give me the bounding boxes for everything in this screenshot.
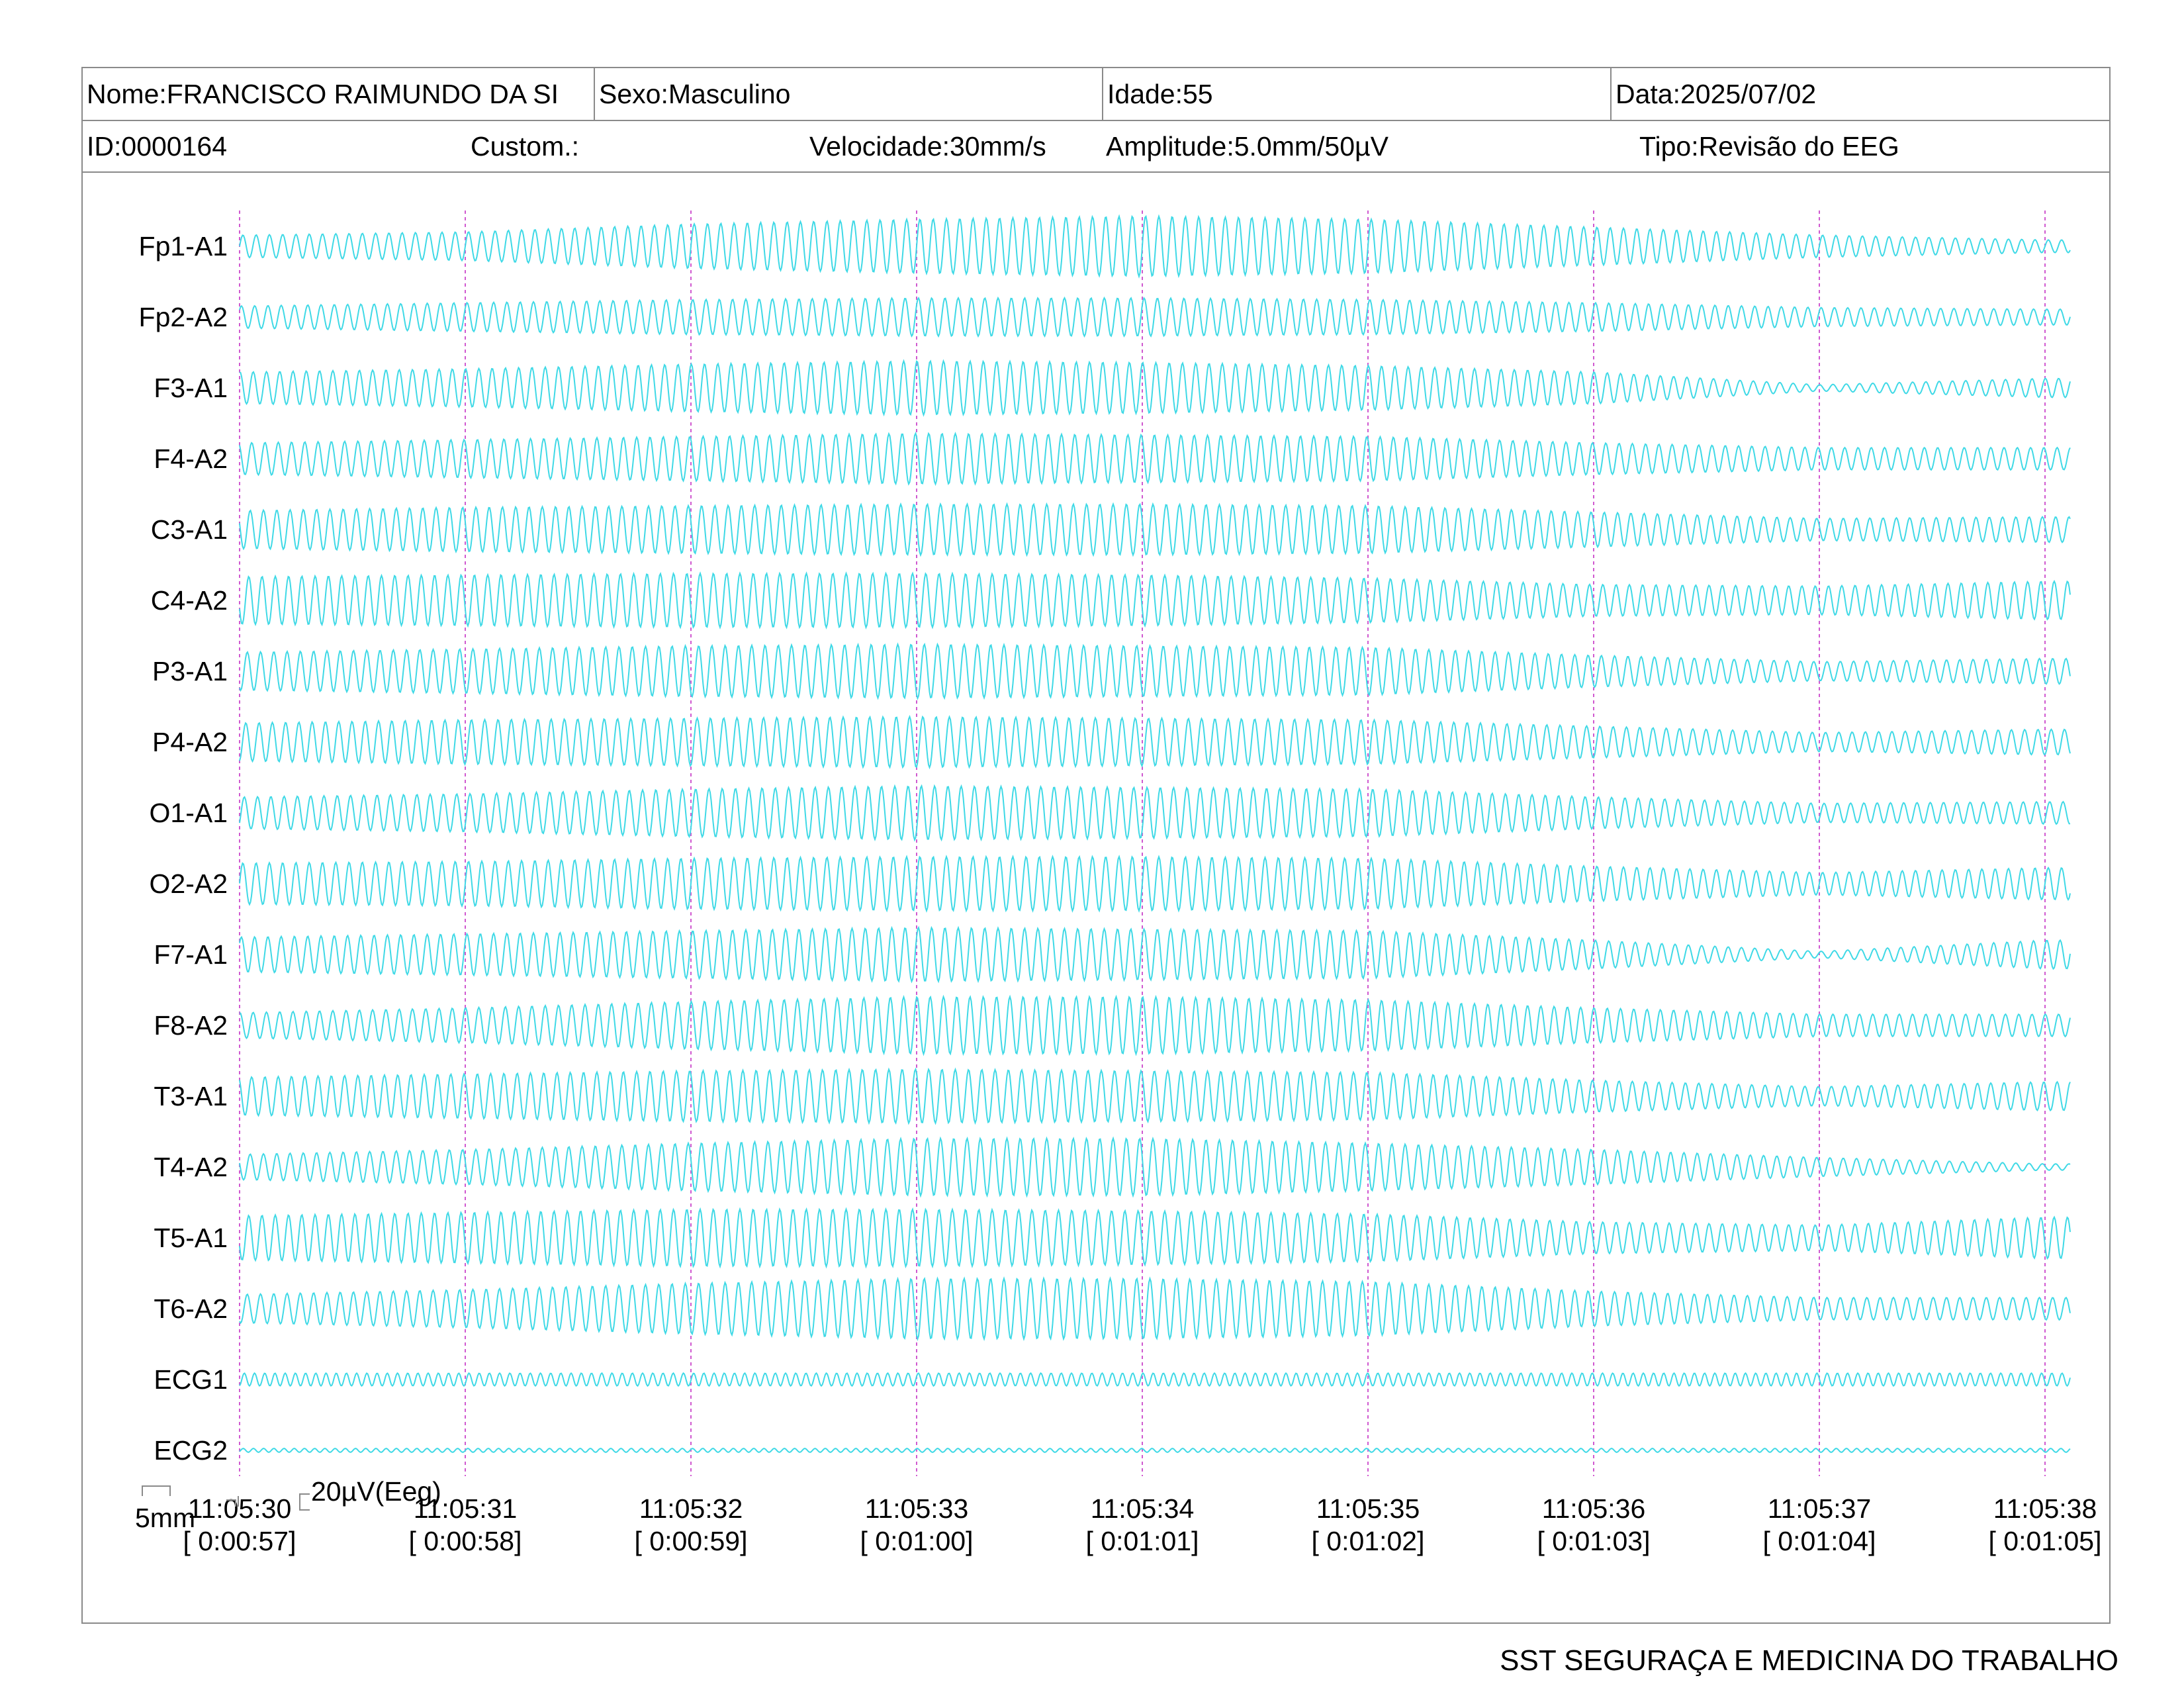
channel-label: F7-A1 xyxy=(154,939,228,970)
channel-label: Fp1-A1 xyxy=(139,231,228,261)
channel-label: P4-A2 xyxy=(152,727,228,757)
time-tick-elapsed: [ 0:00:59] xyxy=(635,1526,748,1556)
channel-label: T4-A2 xyxy=(154,1152,228,1182)
channel-trace xyxy=(239,571,2071,630)
channel-trace xyxy=(239,431,2071,487)
channel-trace xyxy=(239,642,2071,700)
channel-label: T6-A2 xyxy=(154,1293,228,1324)
channel-trace xyxy=(239,359,2071,417)
scale-amp-label: 20µV(Eeg) xyxy=(311,1476,441,1507)
channel-trace xyxy=(239,855,2071,913)
time-tick-clock: 11:05:37 xyxy=(1768,1493,1872,1524)
time-tick-elapsed: [ 0:00:58] xyxy=(409,1526,522,1556)
channel-trace xyxy=(239,1372,2071,1387)
organization-name: SST SEGURAÇA E MEDICINA DO TRABALHO xyxy=(1500,1644,2118,1677)
channel-trace xyxy=(239,502,2071,557)
channel-trace xyxy=(239,994,2071,1056)
channel-label: F4-A2 xyxy=(154,444,228,474)
channel-label: P3-A1 xyxy=(152,656,228,686)
scale-time-label: 5mm xyxy=(135,1503,196,1533)
time-tick-clock: 11:05:38 xyxy=(1993,1493,2097,1524)
channel-label: T5-A1 xyxy=(154,1223,228,1253)
time-tick-clock: 11:05:34 xyxy=(1091,1493,1195,1524)
channel-label: O2-A2 xyxy=(150,868,228,899)
channel-trace xyxy=(239,1448,2071,1453)
channel-trace xyxy=(239,1276,2071,1342)
channel-label: T3-A1 xyxy=(154,1081,228,1111)
time-tick-elapsed: [ 0:01:05] xyxy=(1989,1526,2102,1556)
time-tick-elapsed: [ 0:01:02] xyxy=(1312,1526,1425,1556)
time-tick-clock: 11:05:32 xyxy=(639,1493,743,1524)
channel-trace xyxy=(239,296,2071,338)
channel-label: F3-A1 xyxy=(154,373,228,403)
time-tick-clock: 11:05:35 xyxy=(1316,1493,1420,1524)
channel-trace xyxy=(239,784,2071,842)
channel-label: Fp2-A2 xyxy=(139,302,228,332)
channel-trace xyxy=(239,1136,2071,1198)
channel-label: C3-A1 xyxy=(151,514,228,545)
channel-label: O1-A1 xyxy=(150,798,228,828)
channel-label: ECG1 xyxy=(154,1364,228,1395)
channel-trace xyxy=(239,925,2071,984)
channel-trace xyxy=(239,1207,2071,1269)
eeg-chart: 11:05:30[ 0:00:57]11:05:31[ 0:00:58]11:0… xyxy=(139,211,2102,1556)
time-tick-elapsed: [ 0:01:04] xyxy=(1763,1526,1876,1556)
time-tick-elapsed: [ 0:01:01] xyxy=(1086,1526,1199,1556)
channel-trace xyxy=(239,1067,2071,1125)
time-tick-elapsed: [ 0:01:00] xyxy=(860,1526,974,1556)
time-tick-clock: 11:05:33 xyxy=(865,1493,969,1524)
channel-label: ECG2 xyxy=(154,1435,228,1466)
channel-label: F8-A2 xyxy=(154,1010,228,1041)
channel-label: C4-A2 xyxy=(151,585,228,616)
channel-trace xyxy=(239,714,2071,770)
time-tick-elapsed: [ 0:01:03] xyxy=(1537,1526,1651,1556)
time-tick-clock: 11:05:36 xyxy=(1542,1493,1646,1524)
channel-trace xyxy=(239,214,2071,279)
time-tick-elapsed: [ 0:00:57] xyxy=(183,1526,296,1556)
